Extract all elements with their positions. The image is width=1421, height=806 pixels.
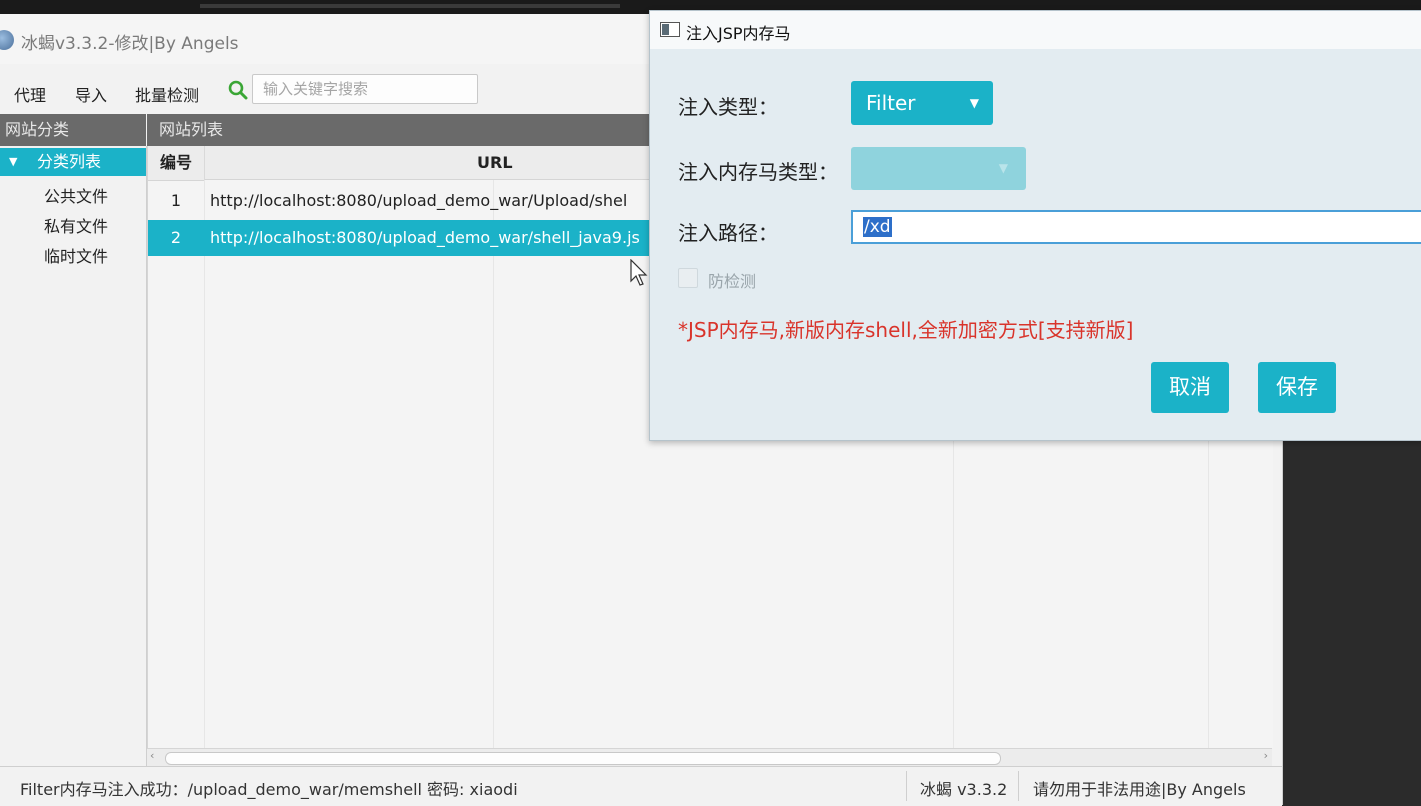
save-button[interactable]: 保存 (1258, 362, 1336, 413)
app-title: 冰蝎v3.3.2-修改|By Angels (21, 34, 239, 54)
status-version: 冰蝎 v3.3.2 (920, 780, 1008, 799)
table-row-selected[interactable]: 2 http://localhost:8080/upload_demo_war/… (148, 220, 650, 256)
memshell-type-select[interactable]: ▼ (851, 147, 1026, 190)
batch-check-menu[interactable]: 批量检测 (135, 82, 199, 106)
anti-detect-label: 防检测 (708, 272, 757, 291)
search-icon[interactable] (228, 80, 248, 100)
inject-type-label: 注入类型： (678, 95, 778, 119)
import-menu[interactable]: 导入 (75, 82, 107, 106)
sidebar-header: 网站分类 (0, 114, 146, 146)
app-icon (0, 30, 14, 50)
status-divider (1018, 771, 1019, 801)
row-url: http://localhost:8080/upload_demo_war/sh… (210, 228, 640, 247)
search-input[interactable] (252, 74, 478, 104)
status-message: Filter内存马注入成功：/upload_demo_war/memshell … (20, 780, 518, 799)
dialog-note: *JSP内存马,新版内存shell,全新加密方式[支持新版] (678, 318, 1134, 342)
tree-root-category-list[interactable]: ▼ 分类列表 (0, 148, 146, 176)
tree-root-label: 分类列表 (37, 152, 102, 171)
scroll-right-icon[interactable]: › (1264, 749, 1268, 762)
grid-line (204, 180, 205, 748)
tree-item-private-files[interactable]: 私有文件 (44, 213, 108, 237)
status-warning: 请勿用于非法用途|By Angels (1033, 780, 1246, 799)
dialog-title: 注入JSP内存马 (686, 24, 791, 43)
row-number: 1 (170, 191, 182, 210)
row-number: 2 (170, 228, 182, 247)
grid-line (493, 180, 494, 748)
expand-arrow-icon[interactable]: ▼ (9, 148, 17, 176)
scroll-left-icon[interactable]: ‹ (150, 749, 154, 762)
inject-path-input[interactable]: /xd (851, 210, 1421, 244)
category-sidebar: ▼ 分类列表 公共文件 私有文件 临时文件 (0, 146, 147, 766)
proxy-menu[interactable]: 代理 (14, 82, 46, 106)
column-header-number[interactable]: 编号 (148, 146, 205, 181)
inject-path-value: /xd (863, 217, 892, 237)
inject-jsp-memshell-dialog: 注入JSP内存马 注入类型： Filter ▼ 注入内存马类型： ▼ 注入路径：… (649, 10, 1421, 441)
inject-type-value: Filter (866, 91, 916, 115)
horizontal-scrollbar[interactable]: ‹ › (147, 748, 1272, 767)
top-strip (200, 4, 620, 8)
cancel-button[interactable]: 取消 (1151, 362, 1229, 413)
window-icon (660, 22, 680, 37)
dropdown-caret-icon: ▼ (969, 96, 979, 110)
inject-type-select[interactable]: Filter ▼ (851, 81, 993, 125)
scrollbar-thumb[interactable] (165, 752, 1001, 765)
tree-item-temp-files[interactable]: 临时文件 (44, 243, 108, 267)
memshell-type-label: 注入内存马类型： (678, 160, 838, 184)
anti-detect-checkbox[interactable] (678, 268, 698, 288)
dialog-title-bar: 注入JSP内存马 (650, 11, 1421, 49)
row-url: http://localhost:8080/upload_demo_war/Up… (210, 191, 628, 210)
status-bar: Filter内存马注入成功：/upload_demo_war/memshell … (0, 766, 1282, 806)
status-divider (906, 771, 907, 801)
inject-path-label: 注入路径： (678, 221, 778, 245)
dropdown-caret-icon: ▼ (998, 161, 1008, 175)
mouse-cursor-icon (630, 259, 648, 286)
tree-item-public-files[interactable]: 公共文件 (44, 183, 108, 207)
